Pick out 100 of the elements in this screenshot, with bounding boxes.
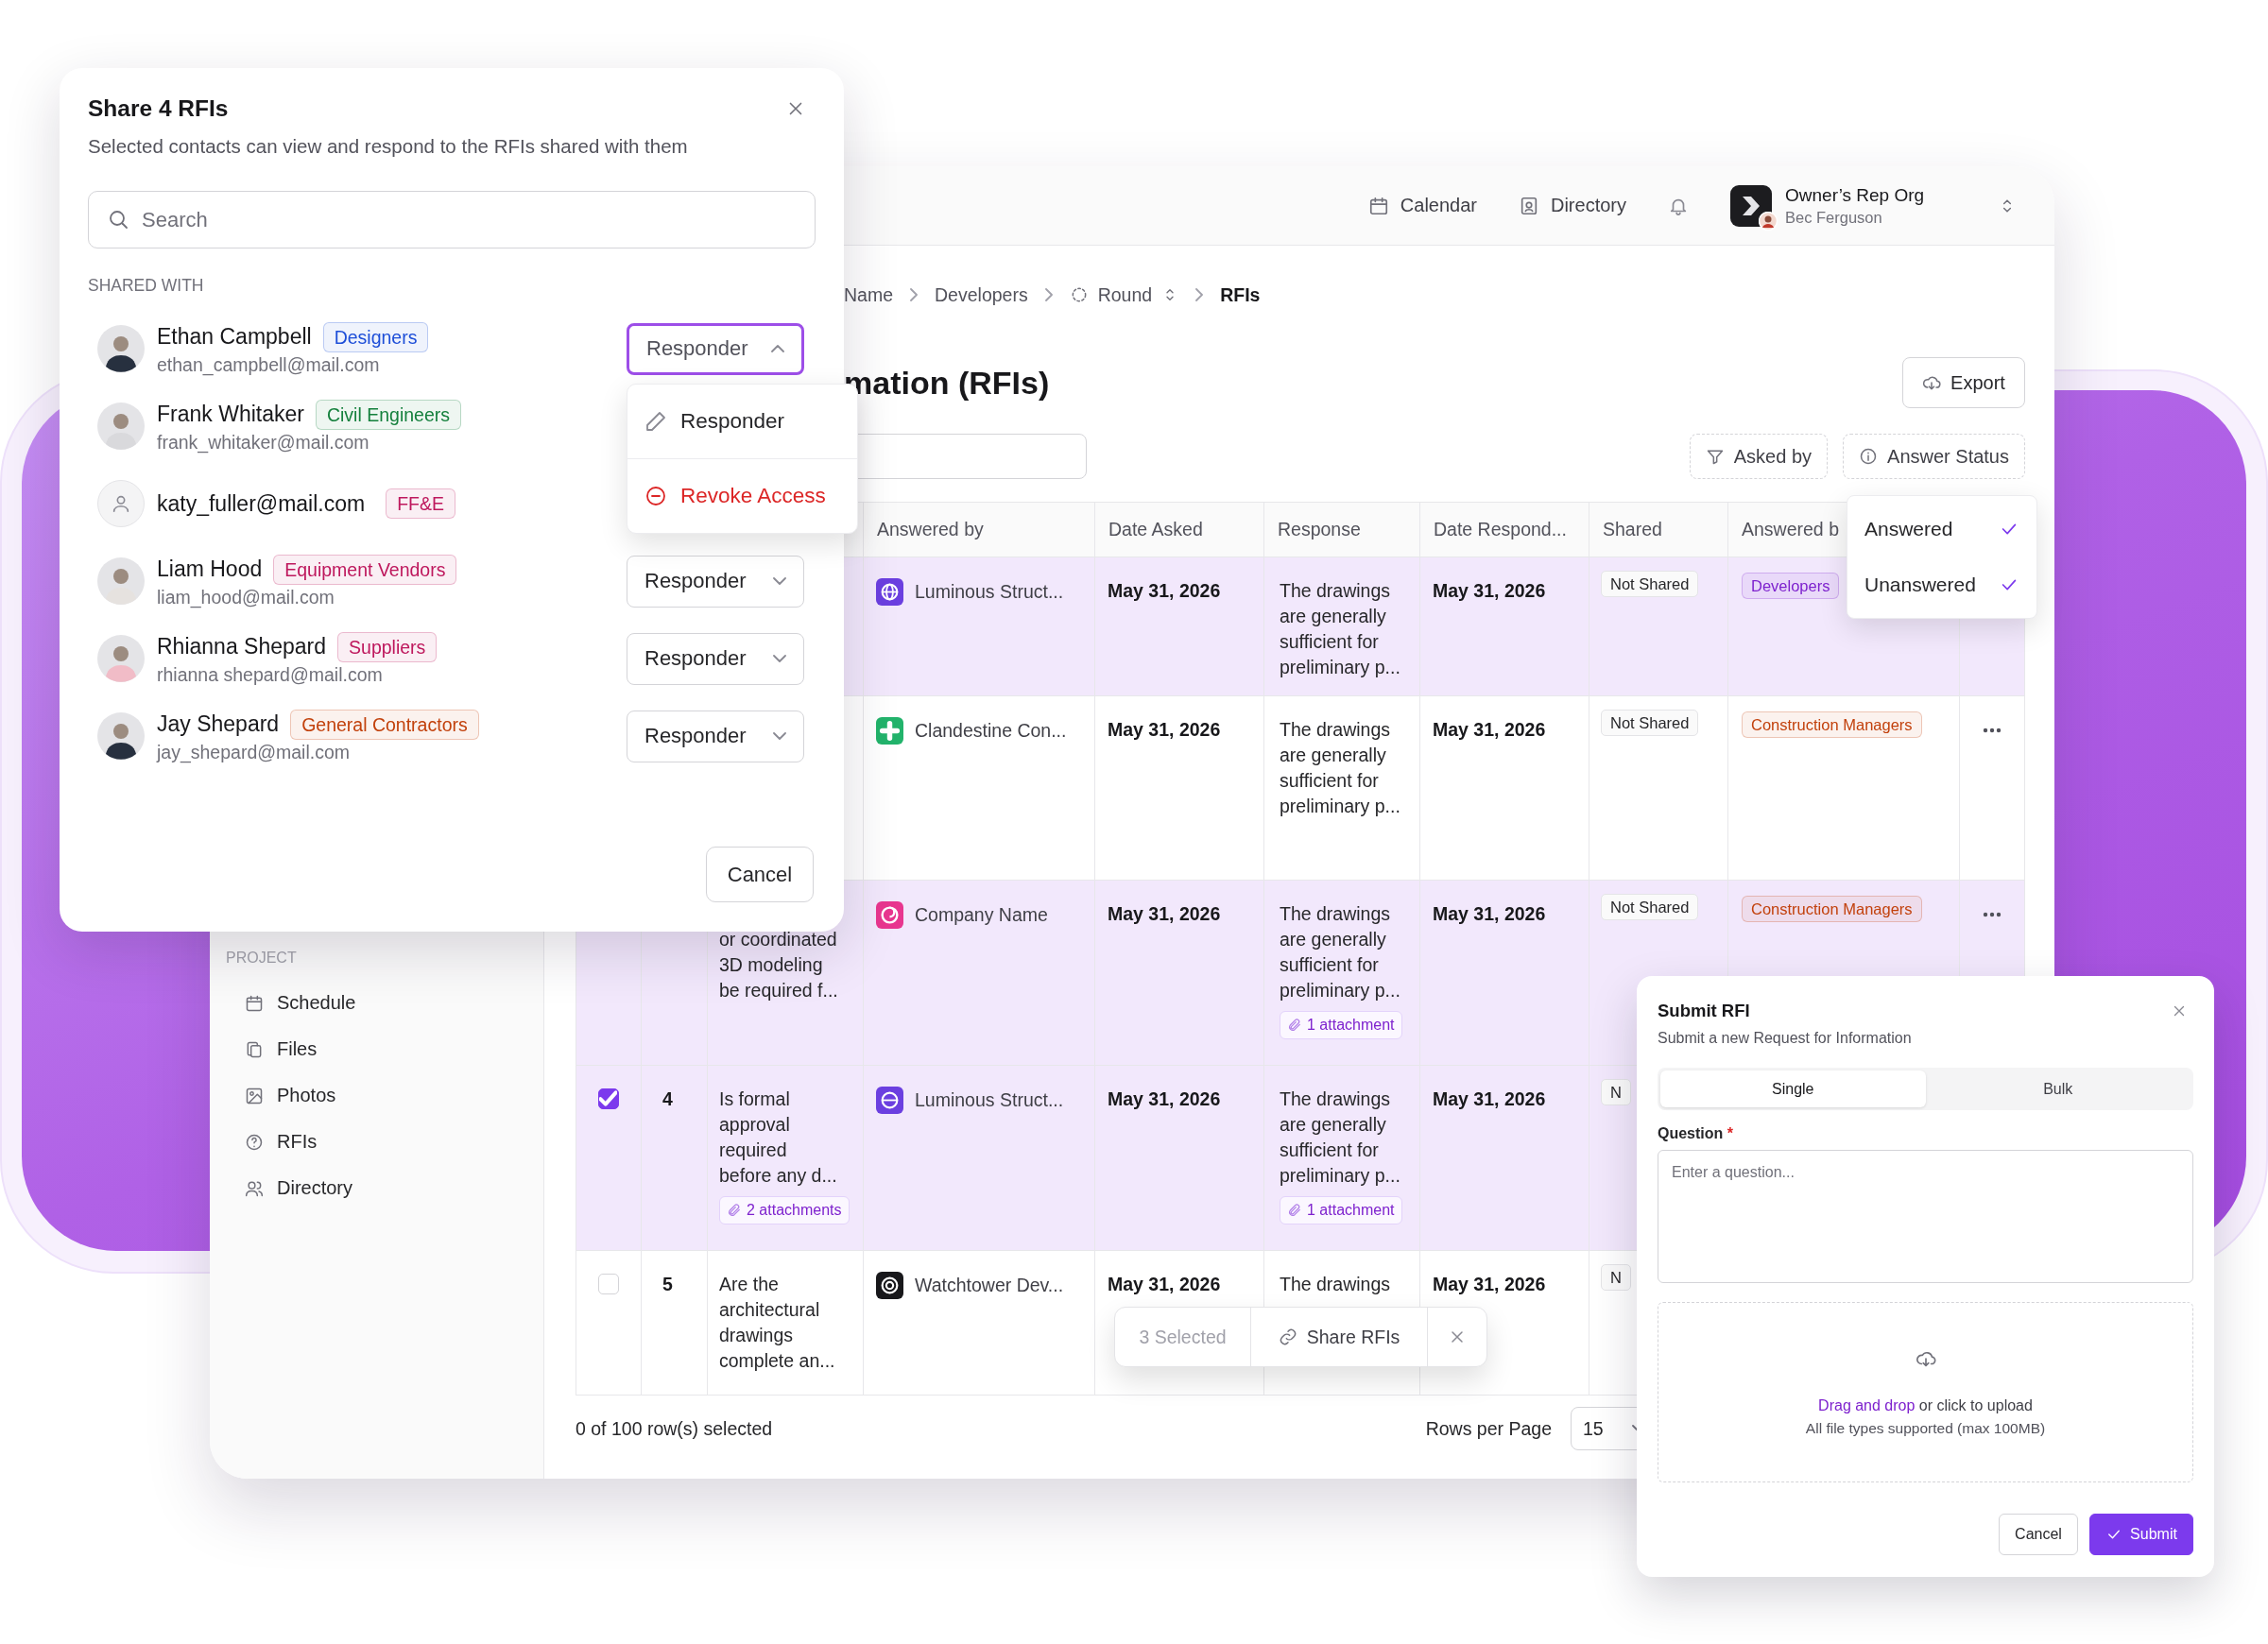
- response-text: The drawings: [1280, 1273, 1392, 1296]
- company-name: Clandestine Con...: [915, 719, 1067, 743]
- column-header: Response: [1278, 518, 1361, 541]
- contact-email: rhianna shepard@mail.com: [157, 663, 384, 686]
- help-icon: [245, 1132, 264, 1152]
- status-badge: Not Shared: [1601, 571, 1699, 597]
- rows-per-page-label: Rows per Page: [1425, 1417, 1552, 1440]
- paperclip-icon: [727, 1203, 742, 1218]
- menu-item[interactable]: Revoke Access: [627, 458, 857, 533]
- cancel-button[interactable]: Cancel: [706, 847, 814, 902]
- row-number: 5: [662, 1274, 673, 1294]
- avatar: [97, 635, 145, 682]
- date-text: May 31, 2026: [1108, 719, 1221, 740]
- company-name: Company Name: [915, 903, 1048, 927]
- filter-icon: [1705, 447, 1725, 466]
- date-text: May 31, 2026: [1433, 1274, 1546, 1294]
- nav-link[interactable]: Directory: [1519, 195, 1626, 216]
- person-icon: [111, 493, 131, 514]
- attachment-chip[interactable]: 1 attachment: [1280, 1196, 1402, 1224]
- filter-button[interactable]: Asked by: [1689, 434, 1829, 479]
- sidebar-item[interactable]: Schedule: [277, 992, 356, 1014]
- nav-link[interactable]: Calendar: [1367, 195, 1477, 216]
- chevron-down-icon: [773, 732, 786, 740]
- column-header: Date Respond...: [1434, 518, 1567, 541]
- question-text: Is formal approval required before any d...: [719, 1087, 838, 1188]
- chevron-right-icon: [1044, 288, 1053, 301]
- role-select[interactable]: Responder: [627, 632, 804, 685]
- role-select[interactable]: Responder: [627, 710, 804, 762]
- check-icon: [599, 1089, 617, 1107]
- tag: Construction Managers: [1742, 896, 1922, 922]
- sidebar-item[interactable]: RFIs: [277, 1131, 318, 1153]
- tag: Construction Managers: [1742, 711, 1922, 738]
- menu-item[interactable]: Responder: [627, 385, 857, 458]
- upload-hint: All file types supported (max 100MB): [1805, 1419, 2046, 1437]
- role-select[interactable]: Responder: [627, 555, 804, 608]
- chevron-down-icon: [773, 655, 786, 662]
- company-name: Luminous Struct...: [915, 580, 1064, 604]
- sidebar-item[interactable]: Files: [277, 1038, 318, 1060]
- menu-option[interactable]: Answered: [1864, 518, 1953, 541]
- files-icon: [245, 1039, 264, 1059]
- breadcrumb-switcher[interactable]: Round: [1069, 283, 1179, 306]
- org-switcher[interactable]: Owner’s Rep Org Bec Ferguson: [1730, 184, 2017, 227]
- sidebar-item[interactable]: Photos: [277, 1085, 336, 1106]
- column-header: Date Asked: [1108, 518, 1203, 541]
- avatar: [97, 712, 145, 760]
- image-icon: [245, 1086, 264, 1105]
- breadcrumb-link[interactable]: Developers: [935, 283, 1028, 306]
- contact-name: Liam Hood: [157, 557, 263, 582]
- upload-link[interactable]: Drag and drop: [1818, 1396, 1916, 1413]
- dialog-subtitle: Selected contacts can view and respond to the RFIs shared with them: [88, 134, 689, 159]
- response-text: The drawings are generally sufficient for preliminary p...: [1280, 718, 1401, 818]
- export-button[interactable]: Export: [1902, 357, 2025, 408]
- breadcrumb-link[interactable]: Name: [844, 283, 894, 306]
- menu-option[interactable]: Unanswered: [1864, 573, 1976, 596]
- role-select[interactable]: Responder: [627, 322, 804, 375]
- date-text: May 31, 2026: [1433, 719, 1546, 740]
- section-label: PROJECT: [226, 950, 298, 967]
- panel-title: Submit RFI: [1658, 1001, 1750, 1021]
- dialog-title: Share 4 RFIs: [88, 95, 229, 122]
- share-button[interactable]: Share RFIs: [1251, 1308, 1428, 1366]
- submit-button[interactable]: Submit: [2089, 1514, 2193, 1555]
- sidebar-item[interactable]: Directory: [277, 1177, 352, 1199]
- section-label: SHARED WITH: [88, 275, 205, 296]
- question-text: or coordinated 3D modeling be required f...: [719, 928, 839, 1002]
- date-text: May 31, 2026: [1108, 580, 1221, 601]
- contact-name: Frank Whitaker: [157, 402, 304, 427]
- column-header: Shared: [1603, 518, 1662, 541]
- contact-name: Ethan Campbell: [157, 324, 312, 350]
- date-text: May 31, 2026: [1433, 580, 1546, 601]
- company-name: Watchtower Dev...: [915, 1274, 1064, 1297]
- attachment-chip[interactable]: 2 attachments: [719, 1196, 850, 1224]
- org-name: Owner’s Rep Org: [1785, 184, 1925, 206]
- paperclip-icon: [1287, 1203, 1302, 1218]
- paperclip-icon: [1287, 1018, 1302, 1033]
- attachment-chip[interactable]: 1 attachment: [1280, 1011, 1402, 1039]
- mode-tab[interactable]: Bulk: [1925, 1070, 2191, 1107]
- contact-email: katy_fuller@mail.com: [157, 490, 366, 517]
- tag: FF&E: [386, 488, 456, 519]
- date-text: May 31, 2026: [1433, 1088, 1546, 1109]
- avatar: [97, 325, 145, 372]
- mode-tab[interactable]: Single: [1660, 1070, 1926, 1107]
- info-icon: [1859, 447, 1879, 466]
- cancel-button[interactable]: Cancel: [1999, 1514, 2078, 1555]
- breadcrumb-current: RFIs: [1220, 283, 1261, 306]
- tag: Civil Engineers: [315, 399, 461, 430]
- filter-button[interactable]: Answer Status: [1843, 434, 2025, 479]
- avatar: [97, 402, 145, 450]
- user-avatar: [1759, 211, 1778, 231]
- upload-dropzone[interactable]: Drag and drop or click to upload All file types supported (max 100MB): [1658, 1302, 2193, 1482]
- status-badge: N: [1601, 1264, 1631, 1291]
- chevron-up-icon: [771, 345, 784, 352]
- search-field[interactable]: Search: [88, 191, 816, 248]
- date-text: May 31, 2026: [1108, 1088, 1221, 1109]
- org-logo-icon: [1730, 184, 1772, 227]
- row-checkbox[interactable]: [598, 1088, 619, 1109]
- status-badge: Not Shared: [1601, 894, 1699, 920]
- question-field[interactable]: Enter a question...: [1658, 1150, 2193, 1283]
- contact-email: frank_whitaker@mail.com: [157, 431, 370, 454]
- user-name: Bec Ferguson: [1785, 208, 1883, 227]
- response-text: The drawings are generally sufficient for preliminary p...: [1280, 902, 1401, 1002]
